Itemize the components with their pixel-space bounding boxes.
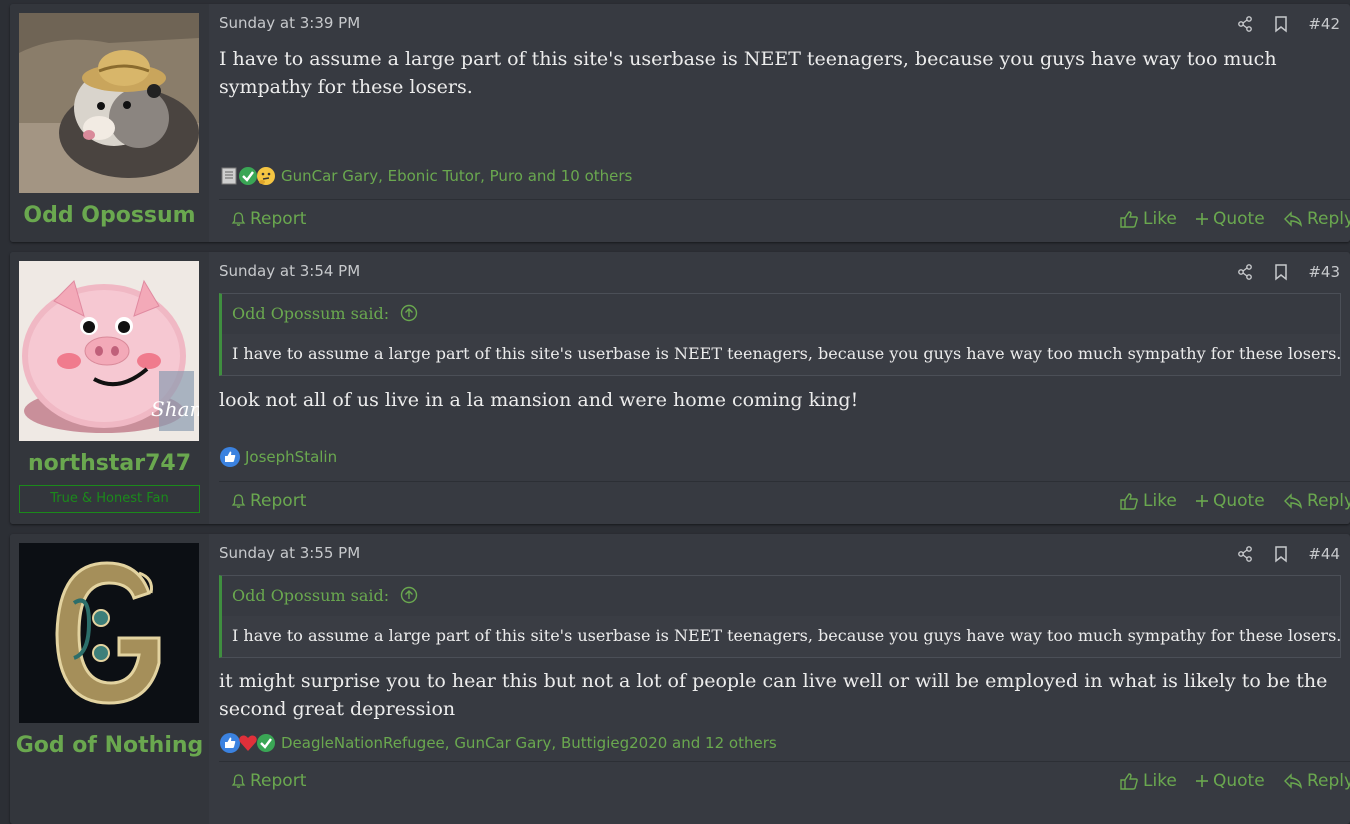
reply-button[interactable]: Reply — [1283, 771, 1350, 791]
post-date[interactable]: Sunday at 3:55 PM — [219, 544, 360, 562]
reply-button[interactable]: Reply — [1283, 209, 1350, 229]
report-label: Report — [250, 771, 307, 791]
post-main: Sunday at 3:39 PM #42 I have to assume a… — [219, 4, 1350, 242]
reply-label: Reply — [1307, 491, 1350, 511]
svg-text:Shann: Shann — [151, 397, 199, 421]
share-icon[interactable] — [1236, 263, 1254, 281]
thumbs-up-outline-icon — [1120, 773, 1138, 790]
reply-label: Reply — [1307, 209, 1350, 229]
post-date[interactable]: Sunday at 3:39 PM — [219, 14, 360, 32]
post-42: Odd Opossum Sunday at 3:39 PM #42 I have… — [10, 4, 1350, 242]
bell-icon — [231, 774, 246, 788]
like-button[interactable]: Like — [1119, 771, 1177, 791]
report-button[interactable]: Report — [231, 771, 306, 791]
bookmark-icon[interactable] — [1272, 15, 1290, 33]
like-label: Like — [1143, 771, 1177, 791]
reactions-bar[interactable]: JosephStalin — [219, 446, 337, 468]
post-44: God of Nothing Sunday at 3:55 PM #44 Odd… — [10, 534, 1350, 824]
plus-icon — [1196, 213, 1208, 225]
user-title-badge: True & Honest Fan — [19, 485, 200, 513]
report-label: Report — [250, 491, 307, 511]
post-footer: Report Like Quote Reply — [219, 199, 1350, 242]
go-to-quote-icon[interactable] — [400, 586, 418, 604]
bell-icon — [231, 494, 246, 508]
post-number[interactable]: #44 — [1308, 545, 1340, 563]
post-footer: Report Like Quote Reply — [219, 481, 1350, 524]
post-body: look not all of us live in a la mansion … — [219, 389, 859, 411]
reply-label: Reply — [1307, 771, 1350, 791]
user-column: Shann northstar747 True & Honest Fan — [10, 252, 209, 524]
like-button[interactable]: Like — [1119, 491, 1177, 511]
plus-icon — [1196, 775, 1208, 787]
username[interactable]: Odd Opossum — [10, 203, 209, 228]
reactions-text[interactable]: GunCar Gary, Ebonic Tutor, Puro and 10 o… — [281, 167, 632, 185]
reply-arrow-icon — [1284, 211, 1302, 227]
post-main: Sunday at 3:55 PM #44 Odd Opossum said: … — [219, 534, 1350, 824]
quote-author[interactable]: Odd Opossum said: — [232, 304, 389, 323]
reactions-text[interactable]: JosephStalin — [245, 448, 337, 466]
reply-button[interactable]: Reply — [1283, 491, 1350, 511]
user-column: God of Nothing — [10, 534, 209, 824]
quote-header[interactable]: Odd Opossum said: — [222, 576, 1340, 616]
avatar-ornate-letter-g[interactable] — [19, 543, 199, 723]
thinking-face-icon — [255, 165, 277, 187]
like-label: Like — [1143, 491, 1177, 511]
quote-text: I have to assume a large part of this si… — [232, 344, 1342, 363]
share-icon[interactable] — [1236, 15, 1254, 33]
quote-label: Quote — [1213, 209, 1265, 229]
post-footer: Report Like Quote Reply — [219, 761, 1350, 804]
avatar-pig-cake[interactable]: Shann — [19, 261, 199, 441]
bookmark-icon[interactable] — [1272, 545, 1290, 563]
plus-icon — [1196, 495, 1208, 507]
share-icon[interactable] — [1236, 545, 1254, 563]
avatar-opossum[interactable] — [19, 13, 199, 193]
reactions-bar[interactable]: DeagleNationRefugee, GunCar Gary, Buttig… — [219, 732, 777, 754]
bookmark-icon[interactable] — [1272, 263, 1290, 281]
post-body: I have to assume a large part of this si… — [219, 48, 1277, 98]
reactions-bar[interactable]: GunCar Gary, Ebonic Tutor, Puro and 10 o… — [219, 165, 632, 187]
username[interactable]: northstar747 — [10, 451, 209, 476]
post-43: Shann northstar747 True & Honest Fan Sun… — [10, 252, 1350, 524]
reply-arrow-icon — [1284, 493, 1302, 509]
post-body: it might surprise you to hear this but n… — [219, 670, 1328, 720]
post-tools: #42 — [1218, 14, 1340, 34]
post-tools: #43 — [1218, 262, 1340, 282]
quote-label: Quote — [1213, 491, 1265, 511]
user-column: Odd Opossum — [10, 4, 209, 242]
thumbs-up-outline-icon — [1120, 211, 1138, 228]
quote-header[interactable]: Odd Opossum said: — [222, 294, 1340, 334]
quote-text: I have to assume a large part of this si… — [232, 626, 1342, 645]
thumbs-up-outline-icon — [1120, 493, 1138, 510]
quote-author[interactable]: Odd Opossum said: — [232, 586, 389, 605]
report-label: Report — [250, 209, 307, 229]
bell-icon — [231, 212, 246, 226]
post-main: Sunday at 3:54 PM #43 Odd Opossum said: … — [219, 252, 1350, 524]
username[interactable]: God of Nothing — [10, 733, 209, 758]
quote-block: Odd Opossum said: I have to assume a lar… — [219, 293, 1341, 376]
quote-button[interactable]: Quote — [1195, 491, 1265, 511]
post-number[interactable]: #43 — [1308, 263, 1340, 281]
checkmark-icon — [255, 732, 277, 754]
quote-label: Quote — [1213, 771, 1265, 791]
reply-arrow-icon — [1284, 773, 1302, 789]
post-tools: #44 — [1218, 544, 1340, 564]
go-to-quote-icon[interactable] — [400, 304, 418, 322]
post-number[interactable]: #42 — [1308, 15, 1340, 33]
quote-block: Odd Opossum said: I have to assume a lar… — [219, 575, 1341, 658]
quote-button[interactable]: Quote — [1195, 209, 1265, 229]
thumbs-up-icon — [219, 446, 241, 468]
like-label: Like — [1143, 209, 1177, 229]
quote-button[interactable]: Quote — [1195, 771, 1265, 791]
reactions-text[interactable]: DeagleNationRefugee, GunCar Gary, Buttig… — [281, 734, 777, 752]
report-button[interactable]: Report — [231, 491, 306, 511]
like-button[interactable]: Like — [1119, 209, 1177, 229]
report-button[interactable]: Report — [231, 209, 306, 229]
post-date[interactable]: Sunday at 3:54 PM — [219, 262, 360, 280]
